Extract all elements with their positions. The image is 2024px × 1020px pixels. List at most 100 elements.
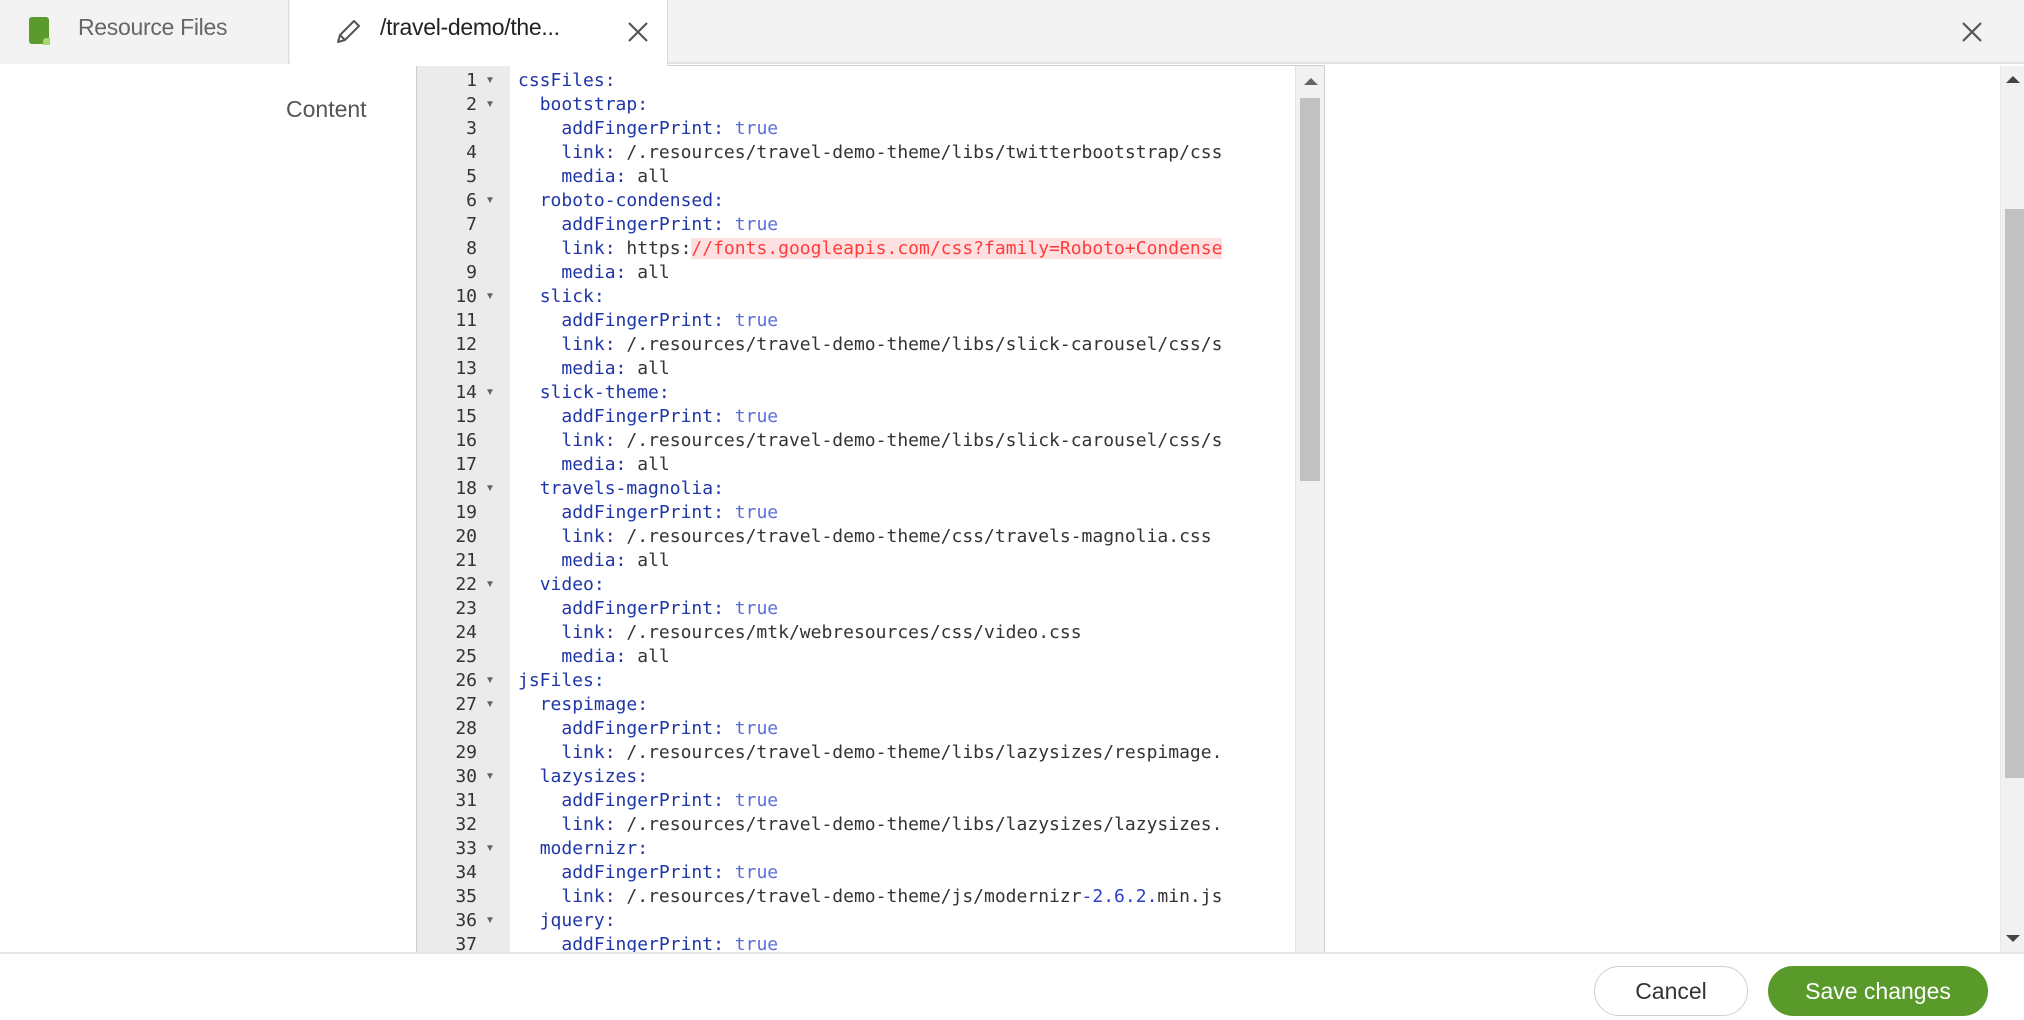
line-number: 15 (455, 406, 477, 427)
yaml-key: respimage: (539, 694, 649, 715)
yaml-value: /.resources/travel-demo-theme/libs/lazys… (626, 742, 1223, 763)
scroll-up-arrow-icon[interactable] (2006, 76, 2020, 83)
line-number: 17 (455, 454, 477, 475)
line-number: 21 (455, 550, 477, 571)
code-text-area[interactable]: cssFiles: bootstrap: addFingerPrint: tru… (510, 66, 1295, 952)
code-line: media: all (518, 261, 669, 285)
code-line: link: /.resources/travel-demo-theme/libs… (518, 333, 1222, 357)
line-number: 34 (455, 862, 477, 883)
tab-file-editor[interactable]: /travel-demo/the... (290, 0, 668, 66)
line-number: 25 (455, 646, 477, 667)
fold-arrow-icon[interactable]: ▼ (483, 69, 497, 93)
line-number: 8 (466, 238, 477, 259)
yaml-value: /.resources/travel-demo-theme/js/moderni… (626, 886, 1082, 907)
code-line: addFingerPrint: true (518, 597, 778, 621)
yaml-key: media: (561, 550, 627, 571)
code-line: travels-magnolia: (518, 477, 724, 501)
yaml-key: link: (561, 238, 616, 259)
line-number: 1 (466, 70, 477, 91)
code-line: addFingerPrint: true (518, 213, 778, 237)
yaml-key: media: (561, 454, 627, 475)
yaml-key: addFingerPrint: (561, 790, 724, 811)
yaml-value: all (637, 550, 670, 571)
yaml-value: /.resources/mtk/webresources/css/video.c… (626, 622, 1082, 643)
close-icon[interactable] (1952, 12, 1992, 52)
yaml-key: link: (561, 814, 616, 835)
line-number: 13 (455, 358, 477, 379)
fold-arrow-icon[interactable]: ▼ (483, 381, 497, 405)
line-number: 20 (455, 526, 477, 547)
line-number: 36 (455, 910, 477, 931)
scroll-down-arrow-icon[interactable] (2006, 935, 2020, 942)
fold-arrow-icon[interactable]: ▼ (483, 909, 497, 933)
code-line: link: /.resources/travel-demo-theme/css/… (518, 525, 1211, 549)
code-line: lazysizes: (518, 765, 648, 789)
editor-scrollbar-thumb[interactable] (1300, 98, 1320, 481)
line-number: 4 (466, 142, 477, 163)
code-line: respimage: (518, 693, 648, 717)
yaml-key: addFingerPrint: (561, 310, 724, 331)
code-editor[interactable]: 1 ▼ 2 ▼ 3 4 5 6 ▼ 7 8 9 10 ▼ 11 12 13 14 ▼ 15 16 17 18 ▼ 19 20 21 2… (416, 65, 1325, 952)
content-field-label: Content (286, 96, 367, 122)
line-number: 30 (455, 766, 477, 787)
line-number: 14 (455, 382, 477, 403)
yaml-key: addFingerPrint: (561, 214, 724, 235)
line-number: 18 (455, 478, 477, 499)
yaml-key: bootstrap: (539, 94, 649, 115)
fold-arrow-icon[interactable]: ▼ (483, 93, 497, 117)
code-line: addFingerPrint: true (518, 117, 778, 141)
tab-resource-files[interactable]: Resource Files (0, 0, 289, 64)
fold-arrow-icon[interactable]: ▼ (483, 669, 497, 693)
page-scrollbar[interactable] (2000, 66, 2024, 952)
yaml-key: link: (561, 622, 616, 643)
yaml-boolean: true (734, 862, 779, 883)
save-changes-button[interactable]: Save changes (1768, 966, 1988, 1016)
fold-arrow-icon[interactable]: ▼ (483, 285, 497, 309)
yaml-key: addFingerPrint: (561, 934, 724, 952)
code-line: media: all (518, 549, 670, 573)
yaml-value: /.resources/travel-demo-theme/libs/lazys… (626, 814, 1223, 835)
yaml-value: all (637, 358, 670, 379)
fold-arrow-icon[interactable]: ▼ (483, 837, 497, 861)
line-number: 19 (455, 502, 477, 523)
dialog-footer: Cancel Save changes (0, 952, 2024, 1020)
yaml-key: roboto-condensed: (539, 190, 724, 211)
yaml-boolean: true (734, 310, 779, 331)
yaml-key: media: (561, 358, 627, 379)
fold-arrow-icon[interactable]: ▼ (483, 765, 497, 789)
code-line: link: /.resources/mtk/webresources/css/v… (518, 621, 1082, 645)
tab-label: Resource Files (78, 14, 228, 40)
yaml-key: jquery: (539, 910, 616, 931)
fold-arrow-icon[interactable]: ▼ (483, 573, 497, 597)
fold-arrow-icon[interactable]: ▼ (483, 477, 497, 501)
yaml-key: addFingerPrint: (561, 406, 724, 427)
code-line: link: /.resources/travel-demo-theme/libs… (518, 429, 1222, 453)
code-line: roboto-condensed: (518, 189, 724, 213)
line-number: 22 (455, 574, 477, 595)
code-line: media: all (518, 645, 670, 669)
page-scrollbar-thumb[interactable] (2005, 209, 2024, 778)
code-line: link: /.resources/travel-demo-theme/js/m… (518, 885, 1222, 909)
code-line: addFingerPrint: true (518, 501, 778, 525)
cancel-button[interactable]: Cancel (1594, 966, 1748, 1016)
yaml-key: cssFiles: (518, 70, 616, 91)
tab-label: /travel-demo/the... (380, 14, 560, 40)
code-line: addFingerPrint: true (518, 789, 778, 813)
code-line: link: /.resources/travel-demo-theme/libs… (518, 141, 1222, 165)
yaml-value: https: (626, 238, 692, 259)
scroll-up-arrow-icon[interactable] (1304, 78, 1318, 85)
fold-arrow-icon[interactable]: ▼ (483, 189, 497, 213)
close-tab-icon[interactable] (620, 14, 656, 50)
yaml-key: media: (561, 262, 627, 283)
yaml-key: addFingerPrint: (561, 718, 724, 739)
editor-scrollbar[interactable] (1295, 66, 1324, 952)
code-line: addFingerPrint: true (518, 717, 778, 741)
code-line: cssFiles: (518, 69, 616, 93)
code-line: link: /.resources/travel-demo-theme/libs… (518, 813, 1222, 837)
code-line: addFingerPrint: true (518, 309, 778, 333)
line-number: 24 (455, 622, 477, 643)
code-line: link: /.resources/travel-demo-theme/libs… (518, 741, 1222, 765)
yaml-boolean: true (734, 502, 779, 523)
yaml-value: all (637, 646, 670, 667)
fold-arrow-icon[interactable]: ▼ (483, 693, 497, 717)
